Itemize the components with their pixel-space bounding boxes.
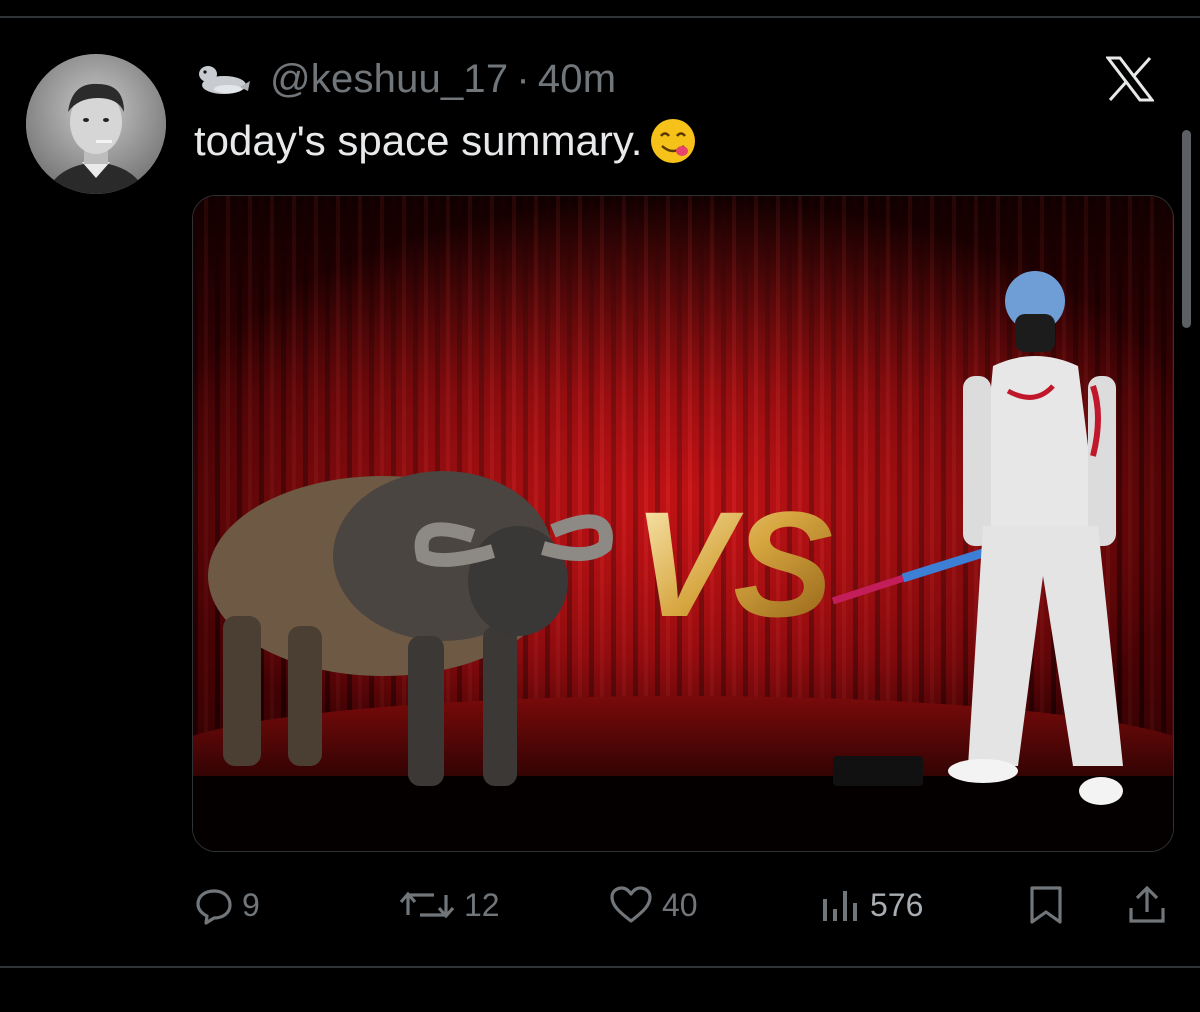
top-divider (0, 16, 1200, 18)
x-logo-icon[interactable] (1104, 56, 1156, 102)
tweet-actions-bar: 9 12 40 576 (0, 870, 1200, 940)
tweet-header: @keshuu_17 · 40m (194, 56, 616, 102)
retweet-button[interactable]: 12 (398, 870, 500, 940)
views-button[interactable]: 576 (818, 870, 923, 940)
like-count: 40 (662, 886, 698, 923)
time-separator: · (516, 56, 530, 101)
user-handle[interactable]: @keshuu_17 (270, 57, 508, 102)
share-icon (1126, 884, 1168, 926)
reply-button[interactable]: 9 (194, 870, 260, 940)
views-chart-icon (818, 885, 862, 925)
retweet-icon (398, 885, 456, 925)
retweet-count: 12 (464, 886, 500, 923)
tweet-media-image[interactable]: VS (192, 195, 1174, 852)
reply-icon (194, 885, 234, 925)
heart-icon (608, 885, 654, 925)
reply-count: 9 (242, 886, 260, 923)
tweet-time[interactable]: 40m (538, 57, 616, 102)
like-button[interactable]: 40 (608, 870, 698, 940)
bookmark-icon (1026, 884, 1066, 926)
face-savoring-food-emoji-icon (648, 116, 698, 166)
vs-text: VS (633, 480, 833, 648)
seal-emoji-icon (194, 57, 252, 102)
views-count: 576 (870, 886, 924, 923)
vs-meme-image: VS (193, 196, 1173, 851)
tweet-text-row: today's space summary. (194, 116, 698, 166)
bottom-divider (0, 966, 1200, 968)
scrollbar[interactable] (1182, 130, 1191, 328)
avatar[interactable] (26, 54, 166, 194)
bookmark-button[interactable] (1026, 870, 1066, 940)
tweet-text: today's space summary. (194, 117, 643, 164)
avatar-photo (26, 54, 166, 194)
share-button[interactable] (1126, 870, 1168, 940)
